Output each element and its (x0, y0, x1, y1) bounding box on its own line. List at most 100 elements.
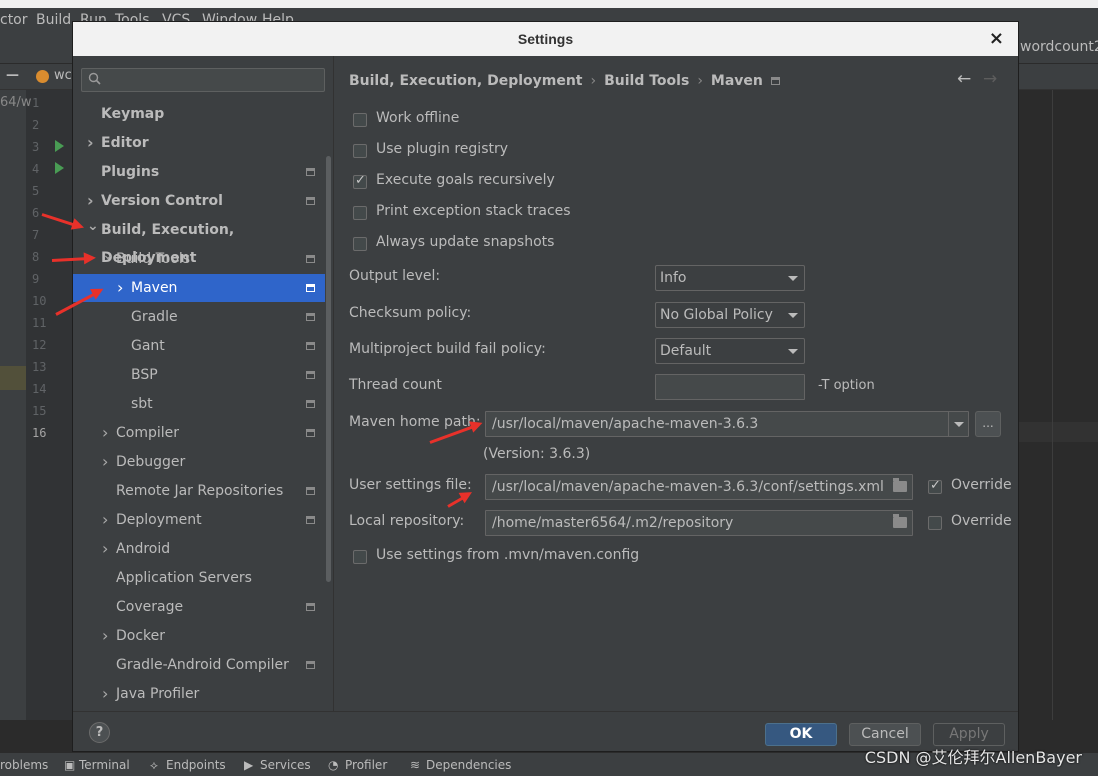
chevron-right-icon[interactable]: › (117, 274, 123, 302)
thread-count-input[interactable] (655, 374, 805, 400)
tool-problems[interactable]: roblems (0, 758, 48, 772)
checkbox-label: Execute goals recursively (376, 172, 555, 188)
checkbox-box[interactable] (353, 173, 367, 189)
browse-button[interactable]: ... (975, 411, 1001, 437)
folder-icon[interactable] (893, 478, 907, 492)
tree-item-java-profiler[interactable]: › Java Profiler (73, 680, 325, 708)
tree-item-maven[interactable]: › Maven (73, 274, 325, 302)
tree-item-bsp[interactable]: BSP (73, 361, 325, 389)
tree-item-sbt[interactable]: sbt (73, 390, 325, 418)
apply-button[interactable]: Apply (933, 723, 1005, 746)
tree-item-version-control[interactable]: › Version Control (73, 187, 325, 215)
tree-item-docker[interactable]: › Docker (73, 622, 325, 650)
menu-build[interactable]: Build (36, 12, 71, 28)
tool-terminal[interactable]: Terminal (79, 758, 130, 772)
run-config-label[interactable]: wordcount2 (1020, 39, 1098, 55)
chevron-right-icon[interactable]: › (87, 129, 94, 157)
run-gutter-icon[interactable] (55, 162, 64, 174)
close-icon[interactable]: × (989, 28, 1004, 49)
checkbox-box[interactable] (353, 144, 367, 158)
tree-item-remote-jar-repositories[interactable]: Remote Jar Repositories (73, 477, 325, 505)
search-input[interactable] (81, 68, 325, 92)
chevron-down-icon (954, 422, 964, 427)
menu-refactor[interactable]: ctor (0, 12, 28, 28)
checkbox-box[interactable] (928, 478, 942, 494)
checkbox-box[interactable] (353, 206, 367, 220)
tree-item-label: Deployment (116, 512, 202, 528)
back-arrow-icon[interactable]: ← (957, 69, 971, 89)
tool-endpoints[interactable]: Endpoints (166, 758, 226, 772)
chevron-down-icon[interactable]: ⌄ (87, 212, 99, 240)
project-level-icon (306, 168, 315, 176)
tree-item-gant[interactable]: Gant (73, 332, 325, 360)
tree-scrollbar[interactable] (326, 156, 331, 582)
forward-arrow-icon[interactable]: → (983, 69, 997, 89)
endpoints-icon: ⟡ (150, 758, 158, 772)
local-repository-input[interactable]: /home/master6564/.m2/repository (485, 510, 913, 536)
tree-item-deployment[interactable]: › Deployment (73, 506, 325, 534)
tree-item-plugins[interactable]: Plugins (73, 158, 325, 186)
tree-item-android[interactable]: › Android (73, 535, 325, 563)
tree-item-label: Debugger (116, 454, 186, 470)
breadcrumb-item[interactable]: Build, Execution, Deployment (349, 73, 583, 89)
checkbox-box[interactable] (353, 550, 367, 564)
tool-services[interactable]: Services (260, 758, 311, 772)
project-level-icon (306, 342, 315, 350)
checksum-policy-label: Checksum policy: (349, 305, 472, 321)
tree-item-compiler[interactable]: › Compiler (73, 419, 325, 447)
run-gutter-icon[interactable] (55, 140, 64, 152)
chevron-right-icon[interactable]: › (102, 680, 108, 708)
chevron-right-icon[interactable]: › (102, 448, 108, 476)
chevron-right-icon[interactable]: › (102, 535, 108, 563)
editor-tab[interactable]: wc (54, 68, 72, 83)
project-level-icon (306, 255, 315, 263)
breadcrumb-item[interactable]: Build Tools (604, 73, 689, 89)
maven-home-combobox[interactable]: /usr/local/maven/apache-maven-3.6.3 (485, 411, 969, 437)
line-number: 13 (32, 360, 47, 374)
ok-button[interactable]: OK (765, 723, 837, 746)
checkbox-box[interactable] (353, 113, 367, 127)
tree-item-keymap[interactable]: Keymap (73, 100, 325, 128)
minimize-icon[interactable]: — (6, 68, 19, 83)
tree-item-editor[interactable]: › Editor (73, 129, 325, 157)
chevron-right-icon[interactable]: › (102, 622, 108, 650)
thread-count-label: Thread count (349, 377, 442, 393)
class-icon (36, 70, 49, 83)
line-number: 4 (32, 162, 40, 176)
breadcrumb: Build, Execution, Deployment › Build Tools… (349, 73, 780, 89)
tree-item-label: Android (116, 541, 171, 557)
cancel-button[interactable]: Cancel (849, 723, 921, 746)
tree-item-application-servers[interactable]: Application Servers (73, 564, 325, 592)
checkbox-box[interactable] (928, 516, 942, 530)
tree-item-coverage[interactable]: Coverage (73, 593, 325, 621)
line-number: 12 (32, 338, 47, 352)
chevron-down-icon[interactable]: ⌄ (102, 241, 114, 269)
window-top-strip (0, 0, 1098, 8)
tree-item-gradle[interactable]: Gradle (73, 303, 325, 331)
tool-dependencies[interactable]: Dependencies (426, 758, 511, 772)
checkbox-box[interactable] (353, 237, 367, 251)
user-settings-input[interactable]: /usr/local/maven/apache-maven-3.6.3/conf… (485, 474, 913, 500)
checksum-policy-select[interactable]: No Global Policy (655, 302, 805, 328)
chevron-right-icon[interactable]: › (102, 419, 108, 447)
chevron-right-icon[interactable]: › (102, 506, 108, 534)
tree-item-label: Remote Jar Repositories (116, 483, 284, 499)
project-level-icon (306, 400, 315, 408)
multiproject-fail-policy-select[interactable]: Default (655, 338, 805, 364)
maven-home-dropdown[interactable] (948, 412, 968, 436)
tool-profiler[interactable]: Profiler (345, 758, 387, 772)
tree-item-build-tools[interactable]: ⌄ Build Tools (73, 245, 325, 273)
folder-icon[interactable] (893, 514, 907, 528)
breadcrumb-separator: › (590, 73, 597, 89)
tree-item-label: Application Servers (116, 570, 252, 586)
checkbox-label: Always update snapshots (376, 234, 555, 250)
tree-item-build-execution-deployment[interactable]: ⌄ Build, Execution, Deployment (73, 216, 325, 266)
tree-item-label: BSP (131, 367, 158, 383)
select-value: No Global Policy (660, 307, 773, 323)
chevron-right-icon[interactable]: › (87, 187, 94, 215)
checkbox-label: Override (951, 477, 1012, 493)
tree-item-gradle-android-compiler[interactable]: Gradle-Android Compiler (73, 651, 325, 679)
help-button[interactable]: ? (89, 722, 110, 743)
tree-item-debugger[interactable]: › Debugger (73, 448, 325, 476)
output-level-select[interactable]: Info (655, 265, 805, 291)
